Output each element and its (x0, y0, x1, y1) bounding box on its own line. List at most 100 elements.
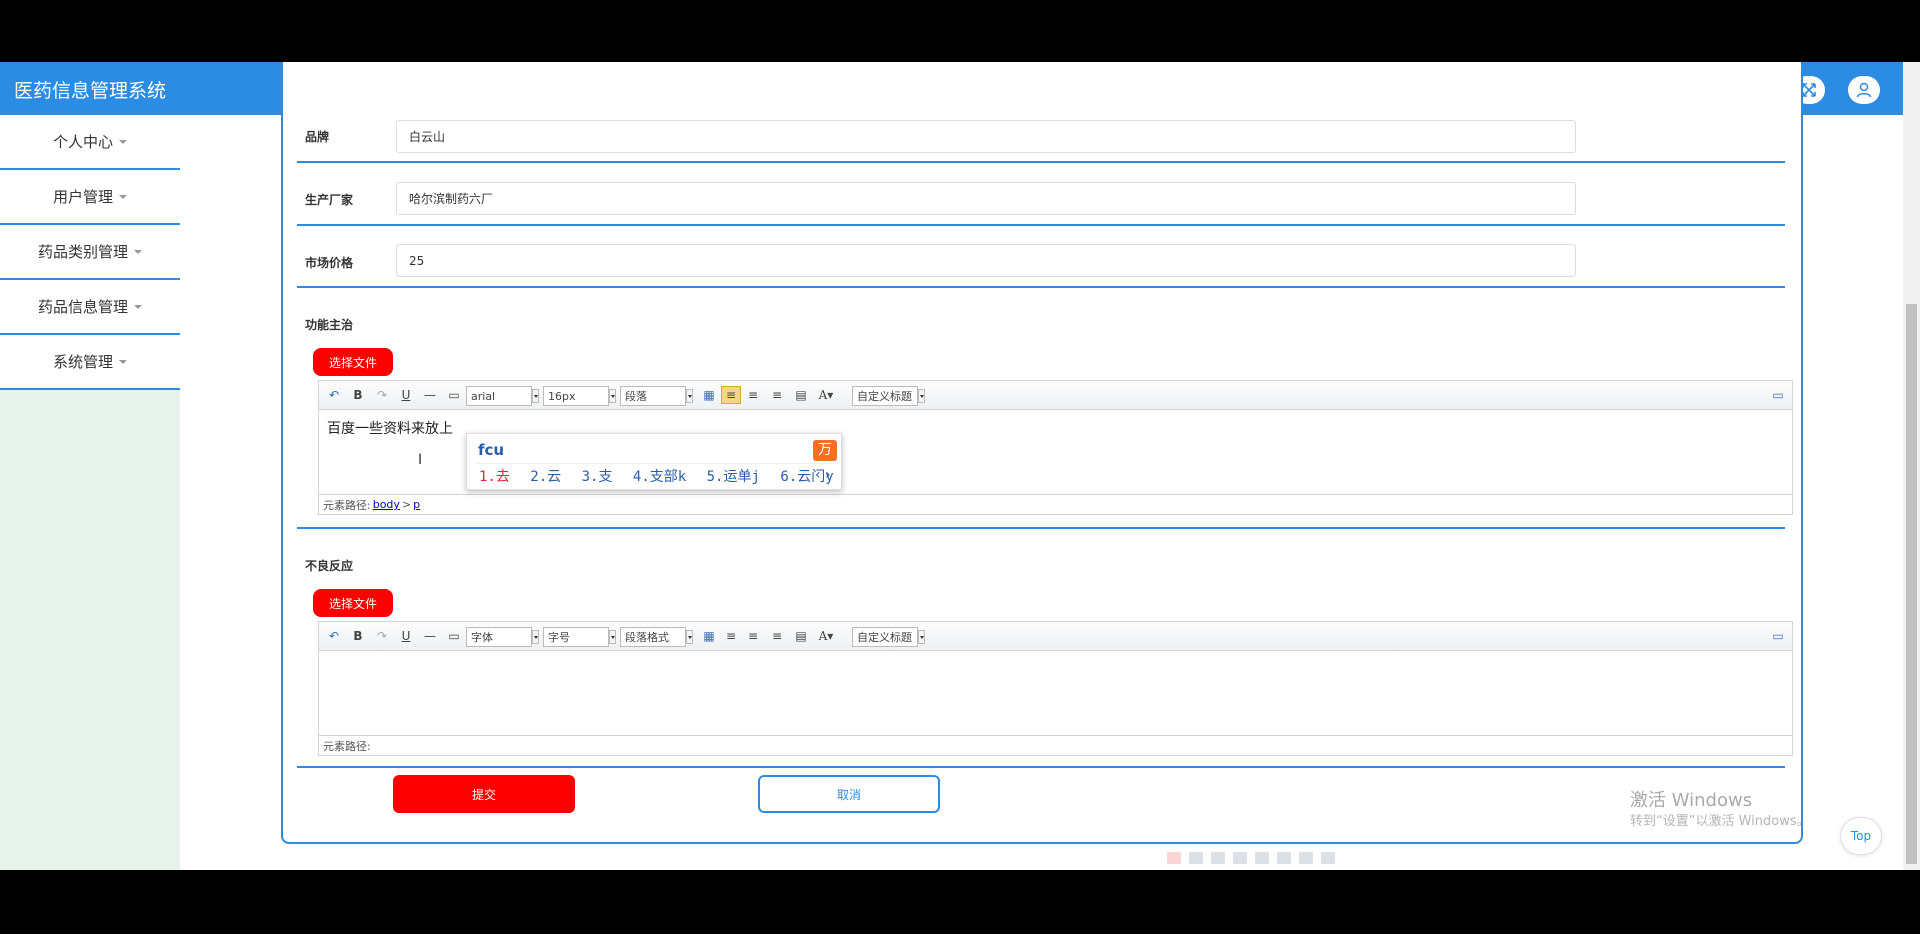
paragraph-select[interactable]: 段落格式 (620, 627, 693, 647)
undo-icon[interactable]: ↶ (327, 627, 341, 645)
element-path: 元素路径: body > p (319, 494, 1792, 514)
align-right-icon[interactable]: ≡ (745, 627, 761, 645)
sidebar-item-user-management[interactable]: 用户管理 (0, 170, 180, 225)
sidebar-item-personal-center[interactable]: 个人中心 (0, 115, 180, 170)
font-color-icon[interactable]: A▾ (815, 627, 837, 645)
font-family-select[interactable]: 字体 (466, 627, 539, 647)
sidebar-item-label: 用户管理 (52, 188, 113, 206)
toolbar-icon (1277, 852, 1291, 864)
align-center-icon[interactable]: ≡ (769, 627, 785, 645)
manufacturer-input[interactable]: 哈尔滨制药六厂 (396, 182, 1576, 215)
editor-content[interactable] (319, 651, 1792, 735)
user-button[interactable] (1848, 76, 1880, 104)
ime-candidate[interactable]: 1.去 (479, 469, 510, 485)
fullscreen-editor-icon[interactable]: ▭ (1770, 386, 1786, 404)
toolbar-icon (1233, 852, 1247, 864)
editor-text: 百度一些资料来放上 (327, 421, 453, 437)
ime-candidates: 1.去 2.云 3.支 4.支部k 5.运单j 6.云门y (479, 466, 846, 486)
expand-arrows-icon (1802, 83, 1816, 97)
ime-candidate[interactable]: 5.运单j (707, 469, 760, 485)
text-cursor-icon: I (418, 452, 423, 468)
align-left-icon[interactable]: ≡ (721, 627, 741, 645)
back-to-top-button[interactable]: Top (1840, 817, 1882, 855)
caret-down-icon (134, 249, 142, 254)
toolbar-icon (1189, 852, 1203, 864)
page-icon[interactable]: ▭ (447, 386, 461, 404)
manufacturer-row: 生产厂家 哈尔滨制药六厂 (297, 163, 1785, 226)
table-icon[interactable]: ▦ (701, 627, 717, 645)
redo-icon[interactable]: ↷ (375, 386, 389, 404)
custom-title-select[interactable]: 自定义标题 (852, 386, 925, 406)
brand-row: 品牌 白云山 (297, 62, 1785, 163)
editor-toolbar: ↶ B ↷ U — ▭ arial 16px 段落 ▦ ≡ ≡ ≡ ▤ A▾ 自… (319, 381, 1792, 410)
adverse-row: 不良反应 选择文件 ↶ B ↷ U — ▭ 字体 字号 段落格式 ▦ ≡ ≡ ≡ (297, 529, 1793, 768)
page-scrollbar[interactable] (1903, 62, 1920, 870)
font-size-select[interactable]: 16px (543, 386, 616, 406)
paragraph-select[interactable]: 段落 (620, 386, 693, 406)
brand-input[interactable]: 白云山 (396, 120, 1576, 153)
font-size-select[interactable]: 字号 (543, 627, 616, 647)
ime-candidate[interactable]: 3.支 (582, 469, 613, 485)
font-family-select[interactable]: arial (466, 386, 539, 406)
manufacturer-label: 生产厂家 (305, 193, 354, 207)
path-body-link[interactable]: body (373, 498, 400, 511)
sidebar-item-system[interactable]: 系统管理 (0, 335, 180, 390)
undo-icon[interactable]: ↶ (327, 386, 341, 404)
toolbar-icon (1211, 852, 1225, 864)
price-label: 市场价格 (305, 256, 354, 270)
sidebar-item-label: 药品信息管理 (37, 298, 128, 316)
align-left-icon[interactable]: ≡ (721, 386, 741, 404)
page-icon[interactable]: ▭ (447, 627, 461, 645)
toolbar-icon (1255, 852, 1269, 864)
scrollbar-thumb[interactable] (1906, 304, 1917, 864)
brand-label: 品牌 (305, 130, 330, 144)
price-input[interactable]: 25 (396, 244, 1576, 277)
choose-file-button[interactable]: 选择文件 (313, 348, 393, 376)
align-center-icon[interactable]: ≡ (769, 386, 785, 404)
activation-watermark-subtitle: 转到“设置”以激活 Windows。 (1630, 814, 1810, 829)
bold-icon[interactable]: B (351, 627, 365, 645)
table-icon[interactable]: ▦ (701, 386, 717, 404)
app-screen: 医药信息管理系统 个人中心 用户管理 药品类别管理 药品信息管理 系统管理 品牌… (0, 62, 1920, 870)
cancel-button[interactable]: 取消 (758, 775, 940, 813)
choose-file-button[interactable]: 选择文件 (313, 589, 393, 617)
ime-logo-icon: 万 (813, 440, 837, 461)
justify-icon[interactable]: ▤ (793, 627, 809, 645)
path-p-link[interactable]: p (413, 498, 420, 511)
horizontal-rule-icon[interactable]: — (423, 386, 437, 404)
app-title: 医药信息管理系统 (14, 80, 167, 102)
ime-candidate[interactable]: 2.云 (530, 469, 561, 485)
caret-down-icon (119, 359, 127, 364)
sidebar-item-label: 药品类别管理 (37, 243, 128, 261)
ime-candidate[interactable]: 4.支部k (633, 469, 686, 485)
underline-icon[interactable]: U (399, 627, 413, 645)
rich-text-editor: ↶ B ↷ U — ▭ 字体 字号 段落格式 ▦ ≡ ≡ ≡ ▤ A▾ 自定义标… (318, 621, 1793, 756)
submit-button[interactable]: 提交 (393, 775, 575, 813)
sidebar-item-label: 系统管理 (52, 353, 113, 371)
toolbar-icon (1321, 852, 1335, 864)
sidebar: 个人中心 用户管理 药品类别管理 药品信息管理 系统管理 (0, 115, 180, 870)
sidebar-item-label: 个人中心 (52, 133, 113, 151)
fullscreen-editor-icon[interactable]: ▭ (1770, 627, 1786, 645)
font-color-icon[interactable]: A▾ (815, 386, 837, 404)
element-path: 元素路径: (319, 735, 1792, 755)
adverse-label: 不良反应 (305, 559, 354, 573)
ime-candidate-popup: fcu 万 1.去 2.云 3.支 4.支部k 5.运单j 6.云门y ‹ › (466, 433, 842, 490)
function-label: 功能主治 (305, 318, 354, 332)
bold-icon[interactable]: B (351, 386, 365, 404)
caret-down-icon (119, 194, 127, 199)
horizontal-rule-icon[interactable]: — (423, 627, 437, 645)
ime-page-nav[interactable]: ‹ › (815, 467, 831, 483)
justify-icon[interactable]: ▤ (793, 386, 809, 404)
underline-icon[interactable]: U (399, 386, 413, 404)
align-right-icon[interactable]: ≡ (745, 386, 761, 404)
redo-icon[interactable]: ↷ (375, 627, 389, 645)
caret-down-icon (134, 304, 142, 309)
price-row: 市场价格 25 (297, 226, 1785, 288)
custom-title-select[interactable]: 自定义标题 (852, 627, 925, 647)
sidebar-item-drug-category[interactable]: 药品类别管理 (0, 225, 180, 280)
ime-input-code: fcu (478, 441, 505, 459)
toolbar-icon (1299, 852, 1313, 864)
sidebar-item-drug-info[interactable]: 药品信息管理 (0, 280, 180, 335)
floating-toolbar (1167, 852, 1362, 866)
